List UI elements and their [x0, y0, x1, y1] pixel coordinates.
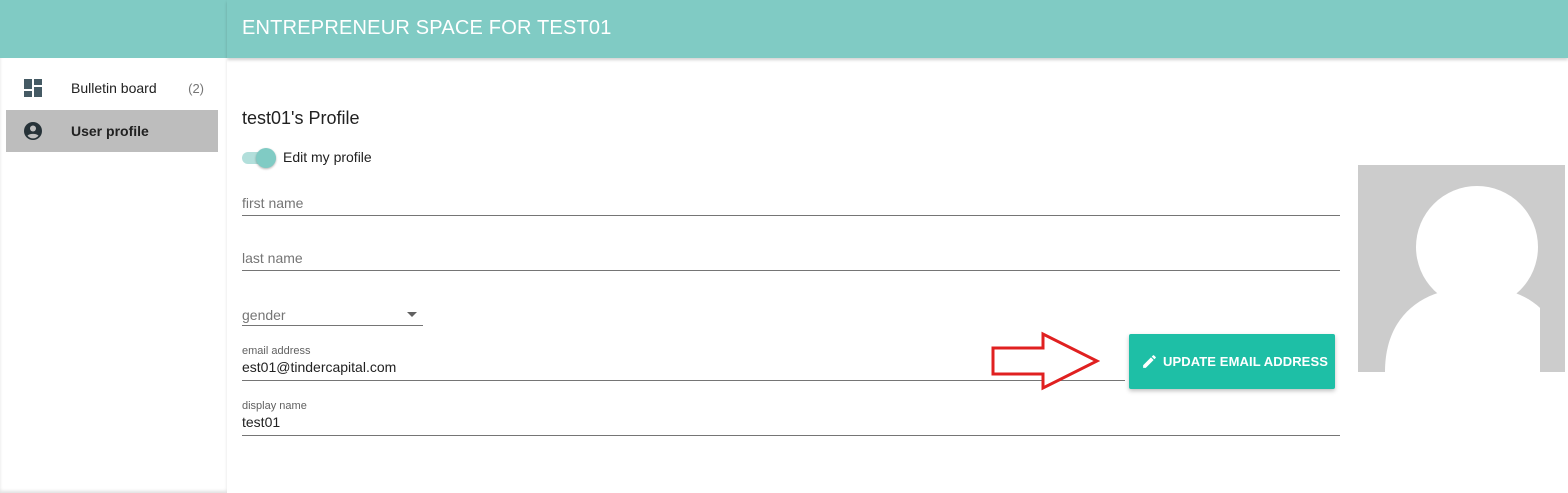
dashboard-icon [24, 79, 42, 97]
sidebar-item-count: (2) [188, 80, 204, 96]
edit-profile-label: Edit my profile [283, 149, 372, 165]
toggle-thumb [256, 148, 276, 168]
red-arrow-icon [991, 331, 1100, 391]
avatar-silhouette [1358, 165, 1565, 372]
sidebar-item-bulletin-board[interactable]: Bulletin board (2) [6, 67, 218, 109]
last-name-placeholder: last name [242, 250, 303, 266]
first-name-placeholder: first name [242, 195, 304, 211]
update-email-label: UPDATE EMAIL ADDRESS [1163, 354, 1328, 369]
display-name-value: test01 [242, 414, 281, 430]
sidebar-item-user-profile[interactable]: User profile [6, 110, 218, 152]
gender-placeholder: gender [242, 307, 286, 323]
app-bar-left [0, 0, 227, 58]
edit-profile-toggle[interactable] [242, 148, 278, 168]
last-name-field[interactable]: last name [242, 250, 1340, 271]
display-name-field[interactable]: display name test01 [242, 400, 1340, 436]
app-header: ENTREPRENEUR SPACE FOR TEST01 [227, 0, 1568, 58]
account-circle-icon [24, 122, 42, 140]
profile-heading: test01's Profile [242, 108, 360, 128]
sidebar: Bulletin board (2) User profile [0, 58, 227, 493]
sidebar-item-label: User profile [71, 123, 149, 139]
update-email-button[interactable]: UPDATE EMAIL ADDRESS [1129, 334, 1335, 389]
dropdown-arrow-icon [407, 312, 417, 317]
pencil-icon [1143, 355, 1156, 368]
page-title: ENTREPRENEUR SPACE FOR TEST01 [242, 17, 612, 39]
default-avatar-icon [1358, 165, 1565, 372]
display-name-label: display name [242, 400, 307, 412]
gender-select[interactable]: gender [242, 305, 423, 326]
first-name-field[interactable]: first name [242, 195, 1340, 216]
sidebar-item-label: Bulletin board [71, 80, 157, 96]
